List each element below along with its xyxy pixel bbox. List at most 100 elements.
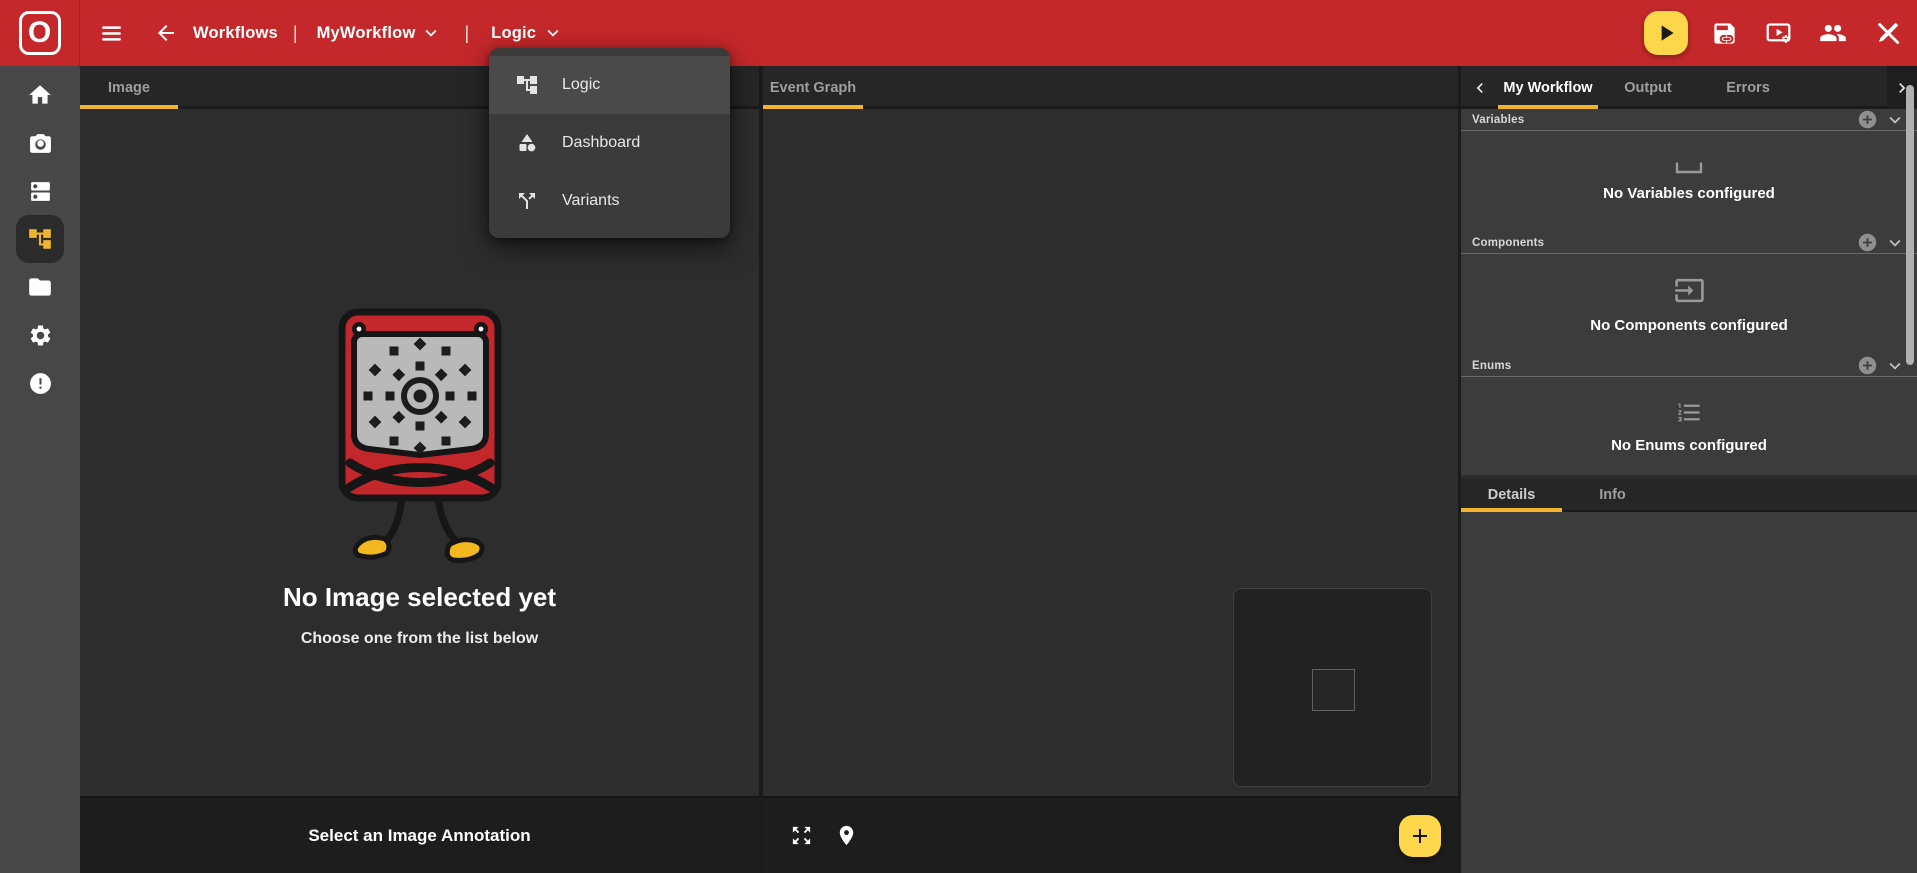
sidebar-item-camera[interactable] xyxy=(16,119,64,167)
workflow-tree-icon xyxy=(515,73,539,97)
tab-errors[interactable]: Errors xyxy=(1698,66,1798,109)
event-graph-tabbar: Event Graph xyxy=(763,66,1458,109)
fit-view-icon xyxy=(792,826,811,845)
chevron-down-icon xyxy=(547,29,559,37)
sidebar-item-settings[interactable] xyxy=(16,311,64,359)
add-circle-icon xyxy=(1858,233,1877,252)
enums-section-header: Enums xyxy=(1461,355,1917,377)
header-actions xyxy=(1644,11,1905,55)
components-collapse-button[interactable] xyxy=(1881,232,1909,254)
add-enum-button[interactable] xyxy=(1854,355,1881,376)
event-graph-footer xyxy=(763,796,1458,873)
close-editor-button[interactable] xyxy=(1870,16,1905,51)
image-panel-footer: Select an Image Annotation xyxy=(80,796,759,873)
breadcrumb-workflows[interactable]: Workflows xyxy=(193,24,278,43)
image-empty-title: No Image selected yet xyxy=(282,582,557,612)
bracket-icon xyxy=(1675,162,1703,174)
sidebar-item-datasets[interactable] xyxy=(16,167,64,215)
app-window: O Workflows | MyWorkflow | Logic Image N… xyxy=(0,0,1917,873)
add-circle-icon xyxy=(1858,110,1877,129)
tab-output[interactable]: Output xyxy=(1598,66,1698,109)
workflow-config-scroll-area: Variables No Variables configured Compon… xyxy=(1461,109,1917,475)
enums-section-title: Enums xyxy=(1472,359,1512,372)
tab-event-graph[interactable]: Event Graph xyxy=(763,66,863,109)
right-panel-scrollbar-thumb[interactable] xyxy=(1906,85,1914,365)
alert-circle-icon xyxy=(29,372,51,394)
hamburger-menu-button[interactable] xyxy=(95,17,128,50)
components-empty-state: No Components configured xyxy=(1461,254,1917,355)
chevron-down-icon xyxy=(1889,362,1901,370)
event-graph-panel: Event Graph xyxy=(763,66,1458,873)
save-workflow-button[interactable] xyxy=(1707,16,1742,51)
back-button[interactable] xyxy=(150,17,182,49)
minimap-viewport[interactable] xyxy=(1312,669,1355,711)
locate-node-button[interactable] xyxy=(833,822,860,849)
details-tabbar: Details Info xyxy=(1461,478,1917,512)
variables-empty-state: No Variables configured xyxy=(1461,131,1917,232)
sidebar-item-alerts[interactable] xyxy=(16,359,64,407)
run-workflow-button[interactable] xyxy=(1644,11,1688,55)
components-section-header: Components xyxy=(1461,232,1917,254)
plus-icon xyxy=(1413,829,1427,843)
people-icon xyxy=(1820,24,1846,42)
variables-empty-text: No Variables configured xyxy=(1603,185,1775,202)
sidebar-item-home[interactable] xyxy=(16,71,64,119)
menu-item-logic[interactable]: Logic xyxy=(489,56,730,114)
input-icon xyxy=(1674,278,1704,303)
camera-icon xyxy=(29,133,51,153)
tab-my-workflow[interactable]: My Workflow xyxy=(1498,66,1598,109)
view-switcher-dropdown[interactable]: Logic xyxy=(487,18,568,48)
close-edit-icon xyxy=(1878,22,1900,44)
left-sidebar xyxy=(0,66,80,873)
shapes-icon xyxy=(515,131,539,155)
add-component-button[interactable] xyxy=(1854,232,1881,253)
components-empty-text: No Components configured xyxy=(1590,317,1788,334)
menu-item-dashboard[interactable]: Dashboard xyxy=(489,114,730,172)
save-link-icon xyxy=(1714,22,1735,44)
fit-view-button[interactable] xyxy=(788,822,815,849)
tab-image[interactable]: Image xyxy=(80,66,178,109)
sidebar-item-workflows[interactable] xyxy=(16,215,64,263)
mascot-illustration xyxy=(338,308,501,563)
enums-empty-text: No Enums configured xyxy=(1611,436,1767,454)
workflow-name-label: MyWorkflow xyxy=(316,23,416,42)
top-bar: O Workflows | MyWorkflow | Logic xyxy=(0,0,1917,66)
menu-item-label: Variants xyxy=(562,192,620,209)
add-node-fab[interactable] xyxy=(1399,815,1441,857)
screen-play-gear-icon xyxy=(1766,22,1791,43)
tab-info[interactable]: Info xyxy=(1562,478,1663,512)
folder-icon xyxy=(29,278,51,296)
split-icon xyxy=(515,189,539,213)
right-panel-tabbar: My Workflow Output Errors xyxy=(1461,66,1917,109)
chevron-down-icon xyxy=(1889,239,1901,247)
workflow-name-dropdown[interactable]: MyWorkflow xyxy=(313,18,447,48)
play-icon xyxy=(1661,25,1674,41)
view-name-label: Logic xyxy=(491,23,537,42)
variables-collapse-button[interactable] xyxy=(1881,109,1909,131)
components-section-title: Components xyxy=(1472,236,1545,249)
dataset-list-icon xyxy=(30,181,50,201)
nav-separator: | xyxy=(292,22,298,43)
tab-details[interactable]: Details xyxy=(1461,478,1562,512)
add-circle-icon xyxy=(1858,356,1877,375)
chevron-left-icon xyxy=(1476,82,1483,93)
collaborators-button[interactable] xyxy=(1815,15,1851,51)
gear-icon xyxy=(30,325,50,345)
enums-empty-state: No Enums configured xyxy=(1461,377,1917,475)
menu-item-variants[interactable]: Variants xyxy=(489,172,730,230)
numbered-list-icon xyxy=(1677,403,1700,421)
menu-item-label: Logic xyxy=(562,76,601,93)
add-variable-button[interactable] xyxy=(1854,109,1881,130)
right-panel: My Workflow Output Errors Variables No V… xyxy=(1461,66,1917,873)
back-arrow-icon xyxy=(158,25,174,41)
app-logo[interactable]: O xyxy=(0,0,80,66)
enums-collapse-button[interactable] xyxy=(1881,355,1909,377)
playback-settings-button[interactable] xyxy=(1761,16,1796,51)
variables-section-header: Variables xyxy=(1461,109,1917,131)
image-empty-state: No Image selected yet Choose one from th… xyxy=(80,304,759,648)
chevron-down-icon xyxy=(1889,116,1901,124)
sidebar-item-files[interactable] xyxy=(16,263,64,311)
event-graph-minimap[interactable] xyxy=(1233,588,1432,787)
panel-collapse-left-button[interactable] xyxy=(1461,66,1498,109)
location-pin-icon xyxy=(839,825,854,846)
